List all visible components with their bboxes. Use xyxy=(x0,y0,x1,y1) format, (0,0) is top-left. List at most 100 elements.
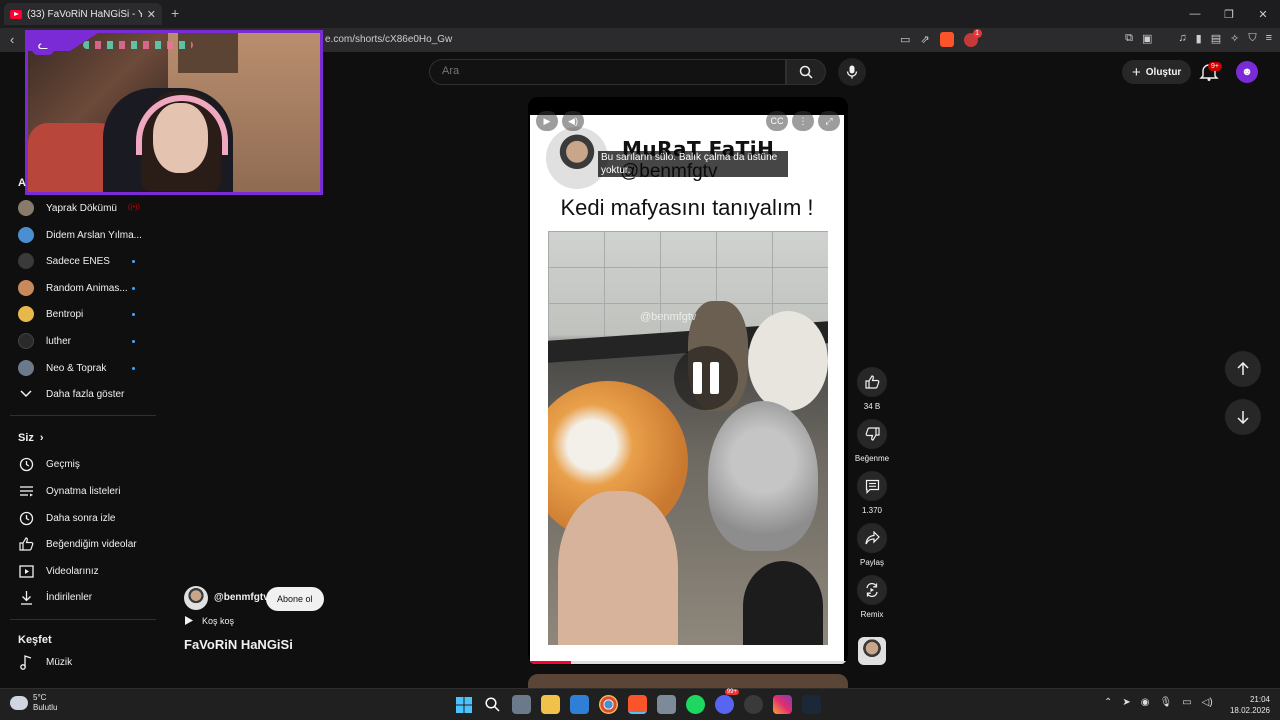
restore-button[interactable]: ❐ xyxy=(1212,0,1246,28)
instagram-icon[interactable] xyxy=(773,695,792,714)
account-avatar[interactable]: ☻ xyxy=(1236,61,1258,83)
chevron-up-icon[interactable]: ⌃ xyxy=(1104,697,1112,708)
share-label: Paylaş xyxy=(859,558,884,567)
search-input[interactable] xyxy=(442,65,772,77)
previous-short-button[interactable] xyxy=(1225,351,1261,387)
vpn-shield-icon[interactable]: ⛉ xyxy=(1248,32,1256,45)
subscription-item[interactable]: Didem Arslan Yılma... xyxy=(18,225,142,245)
subscription-item[interactable]: Random Animas... xyxy=(18,278,128,298)
create-button[interactable]: + Oluştur xyxy=(1122,60,1192,84)
brave-browser-icon[interactable] xyxy=(628,695,647,714)
discord-icon[interactable]: 99+ xyxy=(715,689,739,714)
volume-icon[interactable]: ◀) xyxy=(562,111,584,131)
window-controls: — ❐ ✕ xyxy=(1178,0,1280,28)
sidebar-toggle-icon[interactable]: ▮ xyxy=(1196,32,1202,45)
minimize-button[interactable]: — xyxy=(1178,0,1212,28)
sidebar-item-downloads[interactable]: İndirilenler xyxy=(18,587,92,607)
display-icon[interactable]: ▭ xyxy=(1182,697,1191,708)
more-options-icon[interactable]: ⋮ xyxy=(792,111,814,131)
share-button[interactable] xyxy=(857,523,887,553)
wallet-icon[interactable]: ▤ xyxy=(1211,32,1221,45)
captions-icon[interactable]: CC xyxy=(766,111,788,131)
shorts-player[interactable]: MuRaT FaTiH @benmfgtv Bu sarıların sülo.… xyxy=(528,97,848,665)
pause-button[interactable] xyxy=(674,346,738,410)
dislike-action[interactable]: Beğenme xyxy=(852,419,892,463)
new-tab-button[interactable]: + xyxy=(171,5,179,21)
windows-start-icon[interactable] xyxy=(454,695,473,714)
cloudy-weather-icon xyxy=(10,696,28,710)
screenshot-icon[interactable]: ▣ xyxy=(1142,32,1152,45)
show-more-button[interactable]: Daha fazla göster xyxy=(18,384,124,404)
remix-button[interactable] xyxy=(857,575,887,605)
volume-icon[interactable]: ◁) xyxy=(1202,697,1213,708)
share-action[interactable]: Paylaş xyxy=(852,523,892,567)
fullscreen-icon[interactable]: ⤢ xyxy=(818,111,840,131)
video-footage: @benmfgtv xyxy=(548,231,828,645)
sidebar-item-history[interactable]: Geçmiş xyxy=(18,454,80,474)
brave-shields-icon[interactable] xyxy=(939,32,954,47)
channel-handle[interactable]: @benmfgtv xyxy=(214,592,269,603)
you-section-link[interactable]: Siz › xyxy=(18,428,44,448)
dislike-button[interactable] xyxy=(857,419,887,449)
voice-search-button[interactable] xyxy=(838,58,866,86)
weather-widget[interactable]: 5°C Bulutlu xyxy=(10,693,57,713)
string-lights xyxy=(83,41,193,49)
subscription-item[interactable]: Sadece ENES xyxy=(18,251,110,271)
temperature: 5°C xyxy=(33,693,47,702)
subscription-item[interactable]: luther xyxy=(18,331,71,351)
back-arrow-icon[interactable]: ‹ xyxy=(10,32,14,47)
subscribe-button[interactable]: Abone ol xyxy=(266,587,324,611)
subscription-item[interactable]: Bentropi xyxy=(18,304,83,324)
search-button[interactable] xyxy=(786,59,826,85)
outlook-icon[interactable] xyxy=(570,695,589,714)
chrome-icon[interactable] xyxy=(599,695,618,714)
app-tray-icon[interactable]: ◉ xyxy=(1141,697,1150,708)
live-indicator-icon: ((•)) xyxy=(128,204,140,211)
extensions-icon[interactable]: ⧉ xyxy=(1125,32,1133,45)
sidebar-item-your-videos[interactable]: Videolarınız xyxy=(18,561,99,581)
browser-tab[interactable]: (33) FaVoRiN HaNGiSi - YouTube ✕ xyxy=(4,3,162,25)
share-page-icon[interactable]: ⇗ xyxy=(920,33,929,46)
sound-source-avatar[interactable] xyxy=(858,637,886,665)
microphone-icon[interactable]: 🎙︎ xyxy=(1160,697,1173,708)
app-icon[interactable] xyxy=(657,695,676,714)
menu-icon[interactable]: ≡ xyxy=(1266,32,1272,45)
media-icon[interactable]: ♫ xyxy=(1178,32,1186,45)
telegram-icon[interactable]: ➤ xyxy=(1122,697,1130,708)
subscription-item[interactable]: Yaprak Dökümü xyxy=(18,198,117,218)
comments-action[interactable]: 1.370 xyxy=(852,471,892,515)
leo-ai-icon[interactable]: ✧ xyxy=(1230,32,1239,45)
brave-rewards-icon[interactable] xyxy=(963,28,982,47)
arrow-up-icon xyxy=(1237,362,1249,375)
date: 18.02.2026 xyxy=(1229,706,1270,715)
progress-bar[interactable] xyxy=(530,661,846,664)
sidebar-item-watch-later[interactable]: Daha sonra izle xyxy=(18,508,115,528)
clock[interactable]: 21:04 18.02.2026 xyxy=(1226,694,1270,716)
search-icon[interactable] xyxy=(483,695,502,714)
search-icon xyxy=(799,65,813,79)
file-explorer-icon[interactable] xyxy=(541,695,560,714)
like-button[interactable] xyxy=(857,367,887,397)
task-view-icon[interactable] xyxy=(512,695,531,714)
cast-icon[interactable]: ▭ xyxy=(900,33,910,46)
short-video[interactable]: MuRaT FaTiH @benmfgtv Bu sarıların sülo.… xyxy=(530,115,844,663)
steam-icon[interactable] xyxy=(802,695,821,714)
close-tab-icon[interactable]: ✕ xyxy=(147,8,156,21)
url-field[interactable]: e.com/shorts/cX86e0Ho_Gw xyxy=(325,34,452,45)
sidebar-item-liked-videos[interactable]: Beğendiğim videolar xyxy=(18,534,137,554)
music-link[interactable]: Koş koş xyxy=(184,615,234,626)
remix-icon xyxy=(866,582,878,598)
subscriptions-heading: A xyxy=(18,177,26,189)
like-action[interactable]: 34 B xyxy=(852,367,892,411)
sidebar-item-music[interactable]: Müzik xyxy=(18,652,72,672)
spotify-icon[interactable] xyxy=(686,695,705,714)
remix-action[interactable]: Remix xyxy=(852,575,892,619)
comments-button[interactable] xyxy=(857,471,887,501)
channel-avatar[interactable] xyxy=(184,586,208,610)
obs-icon[interactable] xyxy=(744,695,763,714)
play-icon[interactable]: ▶ xyxy=(536,111,558,131)
sidebar-item-playlists[interactable]: Oynatma listeleri xyxy=(18,481,120,501)
close-window-button[interactable]: ✕ xyxy=(1246,0,1280,28)
subscription-item[interactable]: Neo & Toprak xyxy=(18,358,106,378)
next-short-button[interactable] xyxy=(1225,399,1261,435)
